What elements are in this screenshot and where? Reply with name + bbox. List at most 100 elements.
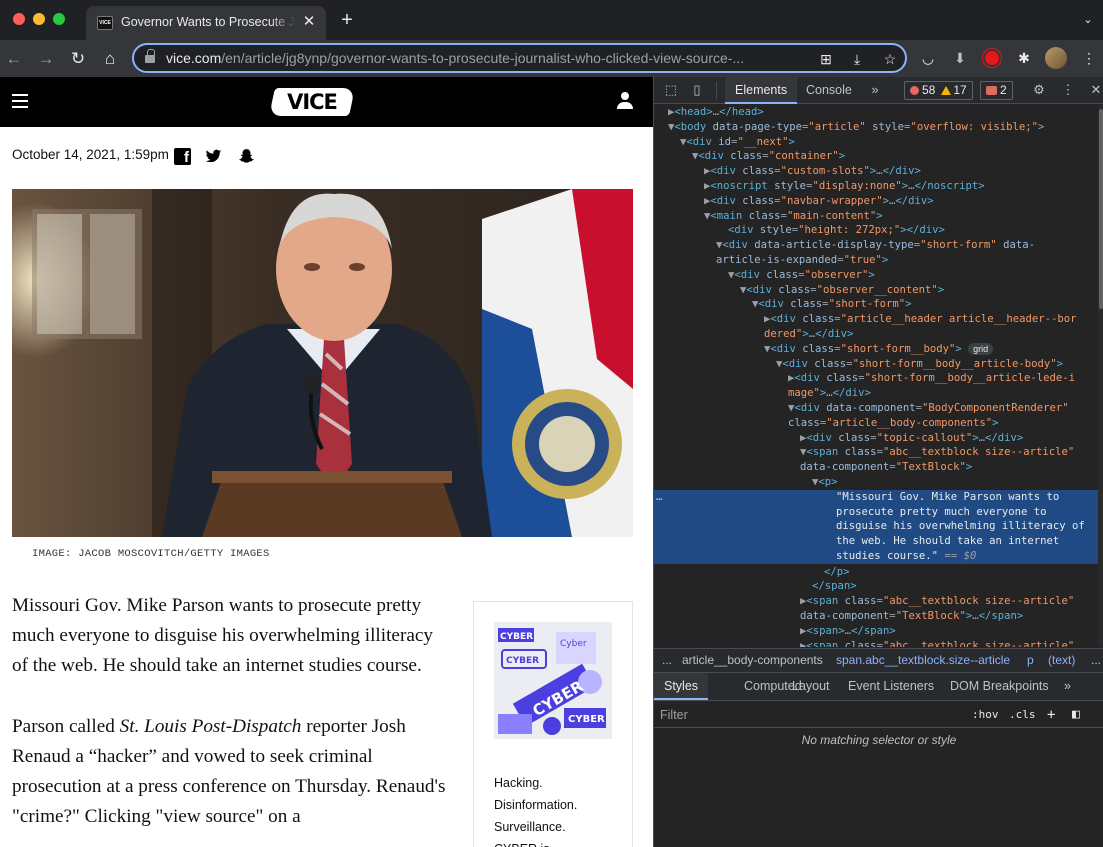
browser-toolbar: ← → ↻ ⌂ vice.com/en/article/jg8ynp/gover… <box>0 40 1103 77</box>
console-counters-button[interactable]: 58 17 <box>904 81 973 100</box>
dom-tree-scrollbar[interactable] <box>1098 105 1103 647</box>
snapchat-share-icon[interactable] <box>238 148 255 165</box>
dom-node[interactable]: ▶<span class="abc__textblock size--artic… <box>654 639 1098 647</box>
tab-layout[interactable]: Layout <box>792 673 830 700</box>
dom-node[interactable]: ▶<head>…</head> <box>654 105 1098 120</box>
dom-node[interactable]: ▼<div data-component="BodyComponentRende… <box>654 401 1098 416</box>
profile-avatar[interactable] <box>1045 47 1067 69</box>
breadcrumb-item-current[interactable]: (text) <box>1048 649 1075 672</box>
tab-dom-breakpoints[interactable]: DOM Breakpoints <box>950 673 1049 700</box>
grid-badge[interactable]: grid <box>968 342 994 355</box>
dom-node[interactable]: ▼<span class="abc__textblock size--artic… <box>654 445 1098 460</box>
dom-node[interactable]: ▼<div class="short-form"> <box>654 297 1098 312</box>
settings-gear-icon[interactable]: ⚙ <box>1030 81 1048 99</box>
forward-arrow-icon[interactable]: → <box>35 48 57 70</box>
dom-node[interactable]: <div style="height: 272px;"></div> <box>654 223 1098 238</box>
breadcrumb-item[interactable]: span.abc__textblock.size--article <box>836 649 1010 672</box>
node-ellipsis-icon[interactable]: … <box>656 490 662 505</box>
device-toolbar-icon[interactable]: ▯ <box>688 81 706 99</box>
facebook-share-icon[interactable]: f <box>174 148 191 166</box>
breadcrumb-item[interactable]: p <box>1027 649 1034 672</box>
dom-node[interactable]: ▶<span class="abc__textblock size--artic… <box>654 594 1098 609</box>
breadcrumb-item[interactable]: article__body-components <box>682 649 823 672</box>
styles-filter-input[interactable]: Filter <box>660 706 960 724</box>
dom-node[interactable]: ▼<main class="main-content"> <box>654 209 1098 224</box>
window-minimize-button[interactable] <box>33 13 45 25</box>
tab-console[interactable]: Console <box>796 77 862 104</box>
dom-node[interactable]: ▶<div class="article__header article__he… <box>654 312 1098 327</box>
hamburger-menu-icon[interactable] <box>12 94 28 108</box>
devtools-panel: ⬚ ▯ Elements Console » 58 17 2 ⚙ ⋮ ✕ ▶<he… <box>653 77 1103 847</box>
bookmark-star-icon[interactable]: ☆ <box>880 49 900 69</box>
lock-icon[interactable] <box>145 49 155 63</box>
dom-node[interactable]: data-component="TextBlock">…</span> <box>654 609 1098 624</box>
dom-node[interactable]: ▼<div class="observer__content"> <box>654 283 1098 298</box>
toggle-sidebar-icon[interactable]: ◧ <box>1072 706 1080 724</box>
browser-tab-active[interactable]: VICE Governor Wants to Prosecute Journal… <box>86 6 326 40</box>
selected-text-line: prosecute pretty much everyone to <box>836 505 1047 518</box>
more-subtabs-icon[interactable]: » <box>1064 673 1071 700</box>
dom-node[interactable]: mage">…</div> <box>654 386 1098 401</box>
reload-icon[interactable]: ↻ <box>67 48 89 70</box>
dom-node[interactable]: dered">…</div> <box>654 327 1098 342</box>
dom-node[interactable]: ▼<p> <box>654 475 1098 490</box>
install-app-icon[interactable]: ⤓ <box>847 49 867 69</box>
tab-search-chevron-icon[interactable]: ⌄ <box>1080 12 1096 28</box>
dom-node[interactable]: ▼<div data-article-display-type="short-f… <box>654 238 1098 253</box>
download-extension-icon[interactable]: ⬇ <box>950 48 970 68</box>
breadcrumb-overflow[interactable]: ... <box>1091 649 1101 672</box>
devtools-menu-icon[interactable]: ⋮ <box>1059 81 1077 99</box>
dom-node[interactable]: ▶<span>…</span> <box>654 624 1098 639</box>
dom-node[interactable]: class="article__body-components"> <box>654 416 1098 431</box>
url-text[interactable]: vice.com/en/article/jg8ynp/governor-want… <box>166 50 806 66</box>
home-icon[interactable]: ⌂ <box>99 48 121 70</box>
dom-node[interactable]: ▼<div class="observer"> <box>654 268 1098 283</box>
record-extension-icon[interactable] <box>982 48 1002 68</box>
breadcrumb-overflow[interactable]: ... <box>662 649 672 672</box>
tab-event-listeners[interactable]: Event Listeners <box>848 673 934 700</box>
dom-node[interactable]: ▼<div class="short-form__body"> grid <box>654 342 1098 357</box>
dom-node[interactable]: ▼<div class="short-form__body__article-b… <box>654 357 1098 372</box>
dom-node[interactable]: data-component="TextBlock"> <box>654 460 1098 475</box>
qr-code-icon[interactable]: ⊞ <box>816 49 836 69</box>
dom-node[interactable]: ▼<div class="container"> <box>654 149 1098 164</box>
issues-button[interactable]: 2 <box>980 81 1013 100</box>
new-tab-icon[interactable]: + <box>337 10 357 30</box>
address-bar[interactable]: vice.com/en/article/jg8ynp/governor-want… <box>132 43 907 73</box>
dom-node-selected[interactable]: … "Missouri Gov. Mike Parson wants to pros… <box>654 489 1098 564</box>
pocket-icon[interactable]: ◡ <box>918 48 938 68</box>
more-tabs-icon[interactable]: » <box>866 81 884 99</box>
dom-node[interactable]: ▶<div class="short-form__body__article-l… <box>654 371 1098 386</box>
dom-node[interactable]: ▼<body data-page-type="article" style="o… <box>654 120 1098 135</box>
back-arrow-icon[interactable]: ← <box>3 48 25 70</box>
dom-node[interactable]: </span> <box>654 579 1098 594</box>
class-toggle[interactable]: .cls <box>1009 706 1036 724</box>
dom-node[interactable]: article-is-expanded="true"> <box>654 253 1098 268</box>
inspect-element-icon[interactable]: ⬚ <box>662 81 680 99</box>
error-icon <box>910 86 919 95</box>
selected-text-line: disguise his overwhelming illiteracy of <box>836 520 1085 533</box>
dom-node[interactable]: ▶<div class="topic-callout">…</div> <box>654 431 1098 446</box>
user-account-icon[interactable] <box>616 92 634 110</box>
new-style-rule-icon[interactable]: + <box>1047 706 1055 724</box>
vice-logo[interactable]: VICE <box>269 88 355 116</box>
tab-close-icon[interactable]: ✕ <box>300 13 318 31</box>
dom-tree[interactable]: ▶<head>…</head> ▼<body data-page-type="a… <box>654 105 1098 647</box>
browser-menu-icon[interactable]: ⋮ <box>1079 48 1099 68</box>
window-zoom-button[interactable] <box>53 13 65 25</box>
dom-node[interactable]: ▶<div class="custom-slots">…</div> <box>654 164 1098 179</box>
dom-node[interactable]: ▼<div id="__next"> <box>654 135 1098 150</box>
tab-styles[interactable]: Styles <box>654 673 709 700</box>
cyber-collage-graphic: CYBER CYBER Cyber CYBER CYBER <box>494 622 612 739</box>
image-caption: IMAGE: JACOB MOSCOVITCH/GETTY IMAGES <box>32 548 270 560</box>
twitter-share-icon[interactable] <box>205 148 222 165</box>
tab-elements[interactable]: Elements <box>725 77 798 104</box>
dom-node[interactable]: ▶<div class="navbar-wrapper">…</div> <box>654 194 1098 209</box>
hover-state-toggle[interactable]: :hov <box>972 706 999 724</box>
dom-node[interactable]: ▶<noscript style="display:none">…</noscr… <box>654 179 1098 194</box>
cyber-topic-callout[interactable]: CYBER CYBER Cyber CYBER CYBER Hacking. D… <box>473 601 633 847</box>
close-devtools-icon[interactable]: ✕ <box>1087 81 1103 99</box>
extensions-puzzle-icon[interactable]: ✱ <box>1014 48 1034 68</box>
dom-node[interactable]: </p> <box>654 565 1098 580</box>
window-close-button[interactable] <box>13 13 25 25</box>
